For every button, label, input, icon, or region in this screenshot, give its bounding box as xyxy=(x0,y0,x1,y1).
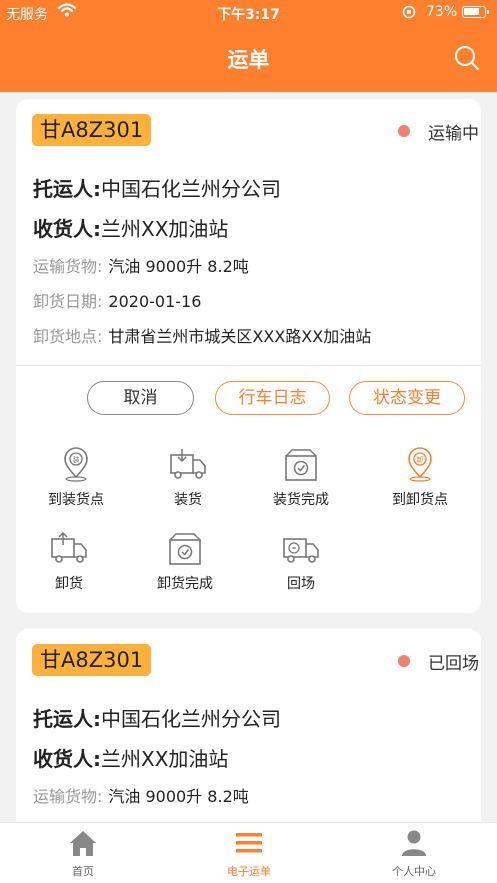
top-bar: 无服务 下午3:17 73% 运单 xyxy=(0,0,497,92)
box-check-icon xyxy=(169,533,201,565)
action-label: 卸货 xyxy=(55,576,83,592)
truck-return-icon xyxy=(283,538,319,563)
tab-label: 首页 xyxy=(72,865,94,878)
action-label: 卸货完成 xyxy=(157,576,213,592)
action-label: 到卸货点 xyxy=(392,492,448,508)
person-icon xyxy=(402,830,426,856)
status-bar: 无服务 下午3:17 73% xyxy=(0,0,497,26)
shipper-label: 托运人: xyxy=(33,707,101,731)
shipper-label: 托运人: xyxy=(33,177,101,201)
status-indicator: 已回场 xyxy=(398,649,479,674)
action-load-complete[interactable]: 装货完成 xyxy=(246,447,356,509)
cargo-label: 运输货物: xyxy=(33,257,103,276)
tab-bar: 首页 电子运单 个人中心 xyxy=(0,822,497,883)
consignee-row: 收货人:兰州XX加油站 xyxy=(33,213,228,242)
action-label: 装货 xyxy=(174,492,202,508)
rotation-lock-icon xyxy=(402,5,416,19)
tab-profile[interactable]: 个人中心 xyxy=(331,823,497,883)
plate-badge: 甘A8Z301 xyxy=(32,644,152,676)
pin-load-icon: 装 xyxy=(64,447,88,482)
truck-unload-icon xyxy=(51,531,87,563)
action-return[interactable]: 回场 xyxy=(246,531,356,593)
shipper-row: 托运人:中国石化兰州分公司 xyxy=(33,173,281,202)
battery-icon xyxy=(462,6,489,18)
status-text: 已回场 xyxy=(428,654,479,674)
consignee-value: 兰州XX加油站 xyxy=(101,217,229,241)
page-title: 运单 xyxy=(227,48,270,72)
unload-place-row: 卸货地点: 甘肃省兰州市城关区XXX路XX加油站 xyxy=(33,323,371,347)
cargo-value: 汽油 9000升 8.2吨 xyxy=(108,257,249,276)
unload-date-value: 2020-01-16 xyxy=(108,292,202,311)
waybill-card[interactable]: 甘A8Z301 运输中 托运人:中国石化兰州分公司 收货人:兰州XX加油站 运输… xyxy=(16,99,481,613)
status-dot xyxy=(398,655,410,667)
plate-badge: 甘A8Z301 xyxy=(32,114,152,146)
shipper-row: 托运人:中国石化兰州分公司 xyxy=(33,703,281,732)
consignee-value: 兰州XX加油站 xyxy=(101,747,229,771)
unload-date-label: 卸货日期: xyxy=(33,292,103,311)
action-unload-complete[interactable]: 卸货完成 xyxy=(130,531,240,593)
status-text: 运输中 xyxy=(428,124,479,144)
pin-unload-icon: 卸 xyxy=(408,447,432,482)
action-load[interactable]: 装货 xyxy=(133,447,243,509)
home-icon xyxy=(70,831,96,856)
action-label: 回场 xyxy=(287,576,315,592)
status-dot xyxy=(398,125,410,137)
action-arrive-load[interactable]: 装 到装货点 xyxy=(21,447,131,509)
consignee-row: 收货人:兰州XX加油站 xyxy=(33,743,228,772)
search-icon[interactable] xyxy=(454,45,480,71)
unload-date-row: 卸货日期: 2020-01-16 xyxy=(33,288,201,312)
consignee-label: 收货人: xyxy=(33,747,101,771)
tab-home[interactable]: 首页 xyxy=(0,823,166,883)
driving-log-button[interactable]: 行车日志 xyxy=(215,381,330,415)
unload-place-value: 甘肃省兰州市城关区XXX路XX加油站 xyxy=(108,327,372,346)
shipper-value: 中国石化兰州分公司 xyxy=(101,707,281,731)
cargo-row: 运输货物: 汽油 9000升 8.2吨 xyxy=(33,783,249,807)
cancel-button[interactable]: 取消 xyxy=(87,381,194,415)
consignee-label: 收货人: xyxy=(33,217,101,241)
svg-text:装: 装 xyxy=(73,455,80,464)
list-icon xyxy=(236,833,262,853)
cargo-row: 运输货物: 汽油 9000升 8.2吨 xyxy=(33,253,249,277)
divider xyxy=(16,365,481,366)
status-time: 下午3:17 xyxy=(217,7,280,23)
unload-place-label: 卸货地点: xyxy=(33,327,103,346)
action-unload[interactable]: 卸货 xyxy=(16,531,124,593)
battery-percent: 73% xyxy=(426,4,458,20)
tab-label: 电子运单 xyxy=(227,865,271,878)
box-check-icon xyxy=(285,449,317,481)
action-arrive-unload[interactable]: 卸 到卸货点 xyxy=(365,447,475,509)
cargo-label: 运输货物: xyxy=(33,787,103,806)
status-indicator: 运输中 xyxy=(398,119,479,144)
truck-load-icon xyxy=(170,449,206,479)
svg-text:卸: 卸 xyxy=(417,455,424,464)
action-label: 到装货点 xyxy=(48,492,104,508)
cargo-value: 汽油 9000升 8.2吨 xyxy=(108,787,249,806)
tab-label: 个人中心 xyxy=(392,865,436,878)
status-change-button[interactable]: 状态变更 xyxy=(349,381,465,415)
shipper-value: 中国石化兰州分公司 xyxy=(101,177,281,201)
tab-waybill[interactable]: 电子运单 xyxy=(166,823,332,883)
action-label: 装货完成 xyxy=(273,492,329,508)
